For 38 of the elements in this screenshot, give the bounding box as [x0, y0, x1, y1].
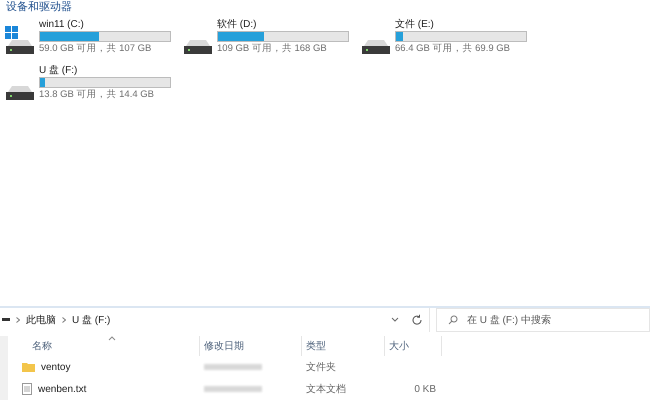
column-header[interactable]: 名称: [12, 338, 52, 354]
breadcrumb-item[interactable]: U 盘 (F:): [72, 312, 110, 328]
text-file-icon: [22, 383, 32, 395]
file-name[interactable]: ventoy: [41, 360, 70, 374]
column-header[interactable]: 大小: [389, 338, 409, 354]
file-size: 0 KB: [413, 382, 437, 396]
drive-icon: [6, 40, 34, 54]
redacted-date: [204, 386, 262, 392]
drive-name[interactable]: win11 (C:): [39, 18, 171, 31]
computer-icon: [2, 318, 10, 322]
chevron-right-icon: [62, 317, 66, 323]
capacity-text: 13.8 GB 可用，共 14.4 GB: [39, 88, 155, 102]
drive-icon: [362, 40, 390, 54]
dropdown-icon[interactable]: [391, 317, 399, 323]
drive-name[interactable]: 文件 (E:): [395, 18, 527, 31]
windows-logo-icon: [5, 26, 18, 39]
folder-icon: [22, 362, 35, 372]
search-field[interactable]: 在 U 盘 (F:) 中搜索: [436, 308, 650, 332]
drive-icon: [184, 40, 212, 54]
capacity-text: 66.4 GB 可用，共 69.9 GB: [395, 42, 511, 56]
refresh-icon[interactable]: [411, 314, 423, 326]
column-header[interactable]: 类型: [306, 338, 326, 354]
file-type: 文本文档: [305, 382, 347, 396]
drive-name[interactable]: U 盘 (F:): [39, 64, 171, 77]
chevron-right-icon: [16, 317, 20, 323]
drive-name[interactable]: 软件 (D:): [217, 18, 349, 31]
drive-icon: [6, 86, 34, 100]
address-field[interactable]: 此电脑 U 盘 (F:): [0, 308, 430, 332]
sort-icon: [108, 336, 116, 341]
column-header[interactable]: 修改日期: [204, 338, 244, 354]
redacted-date: [204, 364, 262, 370]
section-title: 设备和驱动器: [5, 2, 72, 12]
breadcrumb-item[interactable]: 此电脑: [26, 312, 56, 328]
file-name[interactable]: wenben.txt: [38, 382, 86, 396]
capacity-text: 109 GB 可用，共 168 GB: [217, 42, 328, 56]
file-type: 文件夹: [305, 360, 337, 374]
search-icon: [448, 315, 458, 325]
capacity-text: 59.0 GB 可用，共 107 GB: [39, 42, 152, 56]
